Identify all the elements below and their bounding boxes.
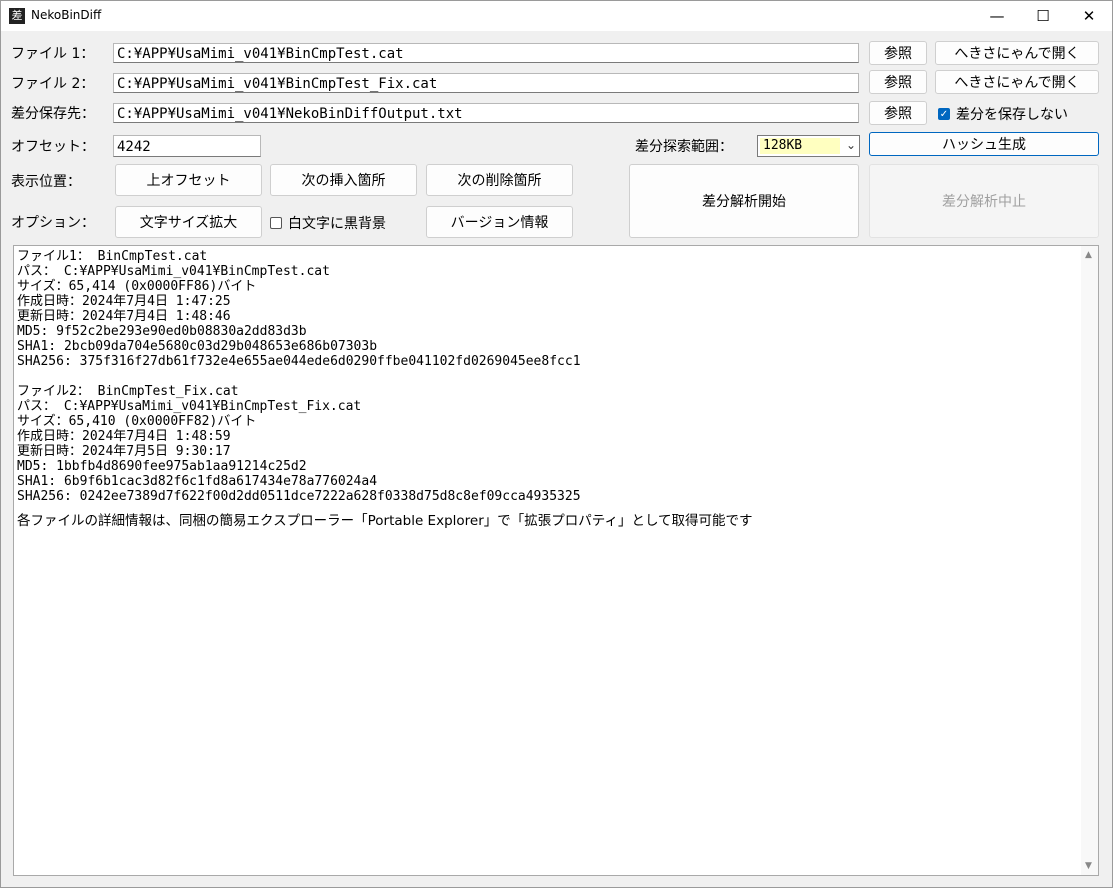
white-on-black-label: 白文字に黒背景 — [288, 216, 386, 232]
output-line: SHA256: 375f316f27db61f732e4e655ae044ede… — [17, 354, 581, 369]
app-window: 差 NekoBinDiff — ☐ ✕ ファイル 1： C:¥APP¥UsaMi… — [0, 0, 1113, 888]
file2-path-field[interactable]: C:¥APP¥UsaMimi_v041¥BinCmpTest_Fix.cat — [113, 73, 859, 93]
app-icon: 差 — [9, 8, 25, 24]
no-save-label: 差分を保存しない — [956, 107, 1068, 123]
output-line: 更新日時：2024年7月5日 9:30:17 — [17, 444, 231, 459]
minimize-button[interactable]: — — [974, 1, 1020, 31]
offset-label: オフセット： — [11, 139, 95, 155]
save-path-label: 差分保存先： — [11, 106, 95, 122]
file2-open-hex-button[interactable]: へきさにゃんで開く — [935, 70, 1099, 94]
output-line: SHA256: 0242ee7389d7f622f00d2dd0511dce72… — [17, 489, 581, 504]
output-line: サイズ：65,414 (0x0000FF86)バイト — [17, 279, 257, 294]
output-line: MD5: 9f52c2be293e90ed0b08830a2dd83d3b — [17, 324, 307, 339]
vertical-scrollbar[interactable]: ▲ ▼ — [1081, 246, 1098, 875]
output-line: ファイル2： BinCmpTest_Fix.cat — [17, 384, 239, 399]
white-on-black-checkbox[interactable]: 白文字に黒背景 — [270, 213, 386, 233]
no-save-checkbox[interactable]: ✓ 差分を保存しない — [938, 104, 1068, 124]
file1-browse-button[interactable]: 参照 — [869, 41, 927, 65]
prev-offset-button[interactable]: 上オフセット — [115, 164, 262, 196]
output-line: ファイル1： BinCmpTest.cat — [17, 249, 208, 264]
file1-label: ファイル 1： — [11, 46, 95, 62]
scroll-down-icon[interactable]: ▼ — [1085, 861, 1092, 871]
save-path-field[interactable]: C:¥APP¥UsaMimi_v041¥NekoBinDiffOutput.tx… — [113, 103, 859, 123]
search-range-label: 差分探索範囲： — [635, 139, 733, 155]
output-line: パス： C:¥APP¥UsaMimi_v041¥BinCmpTest_Fix.c… — [17, 399, 362, 414]
file1-path-field[interactable]: C:¥APP¥UsaMimi_v041¥BinCmpTest.cat — [113, 43, 859, 63]
version-info-button[interactable]: バージョン情報 — [426, 206, 573, 238]
start-diff-button[interactable]: 差分解析開始 — [629, 164, 859, 238]
font-enlarge-button[interactable]: 文字サイズ拡大 — [115, 206, 262, 238]
file2-label: ファイル 2： — [11, 76, 95, 92]
search-range-select[interactable]: 128KB ⌄ — [757, 135, 860, 157]
checkmark-icon: ✓ — [938, 108, 950, 120]
position-label: 表示位置： — [11, 174, 81, 190]
output-line: MD5: 1bbfb4d8690fee975ab1aa91214c25d2 — [17, 459, 307, 474]
maximize-button[interactable]: ☐ — [1020, 1, 1066, 31]
output-line: 更新日時：2024年7月4日 1:48:46 — [17, 309, 231, 324]
options-label: オプション： — [11, 215, 95, 231]
output-text-area[interactable]: ファイル1： BinCmpTest.cat パス： C:¥APP¥UsaMimi… — [13, 245, 1099, 876]
output-note: 各ファイルの詳細情報は、同梱の簡易エクスプローラー「Portable Explo… — [17, 513, 753, 529]
output-line: 作成日時：2024年7月4日 1:48:59 — [17, 429, 231, 444]
output-line: 作成日時：2024年7月4日 1:47:25 — [17, 294, 231, 309]
scroll-up-icon[interactable]: ▲ — [1085, 250, 1092, 260]
stop-diff-button[interactable]: 差分解析中止 — [869, 164, 1099, 238]
output-line: サイズ：65,410 (0x0000FF82)バイト — [17, 414, 257, 429]
offset-input[interactable]: 4242 — [113, 135, 261, 157]
window-title: NekoBinDiff — [31, 8, 102, 22]
checkbox-icon — [270, 217, 282, 229]
chevron-down-icon: ⌄ — [845, 138, 856, 152]
hash-generate-button[interactable]: ハッシュ生成 — [869, 132, 1099, 156]
file1-open-hex-button[interactable]: へきさにゃんで開く — [935, 41, 1099, 65]
save-browse-button[interactable]: 参照 — [869, 101, 927, 125]
next-delete-button[interactable]: 次の削除箇所 — [426, 164, 573, 196]
output-line: SHA1: 6b9f6b1cac3d82f6c1fd8a617434e78a77… — [17, 474, 378, 489]
close-button[interactable]: ✕ — [1066, 1, 1112, 31]
title-bar[interactable]: 差 NekoBinDiff — ☐ ✕ — [1, 1, 1112, 31]
next-insert-button[interactable]: 次の挿入箇所 — [270, 164, 417, 196]
file2-browse-button[interactable]: 参照 — [869, 70, 927, 94]
output-content: ファイル1： BinCmpTest.cat パス： C:¥APP¥UsaMimi… — [17, 249, 1078, 529]
output-line: SHA1: 2bcb09da704e5680c03d29b048653e686b… — [17, 339, 378, 354]
search-range-value: 128KB — [760, 138, 840, 154]
output-line: パス： C:¥APP¥UsaMimi_v041¥BinCmpTest.cat — [17, 264, 330, 279]
